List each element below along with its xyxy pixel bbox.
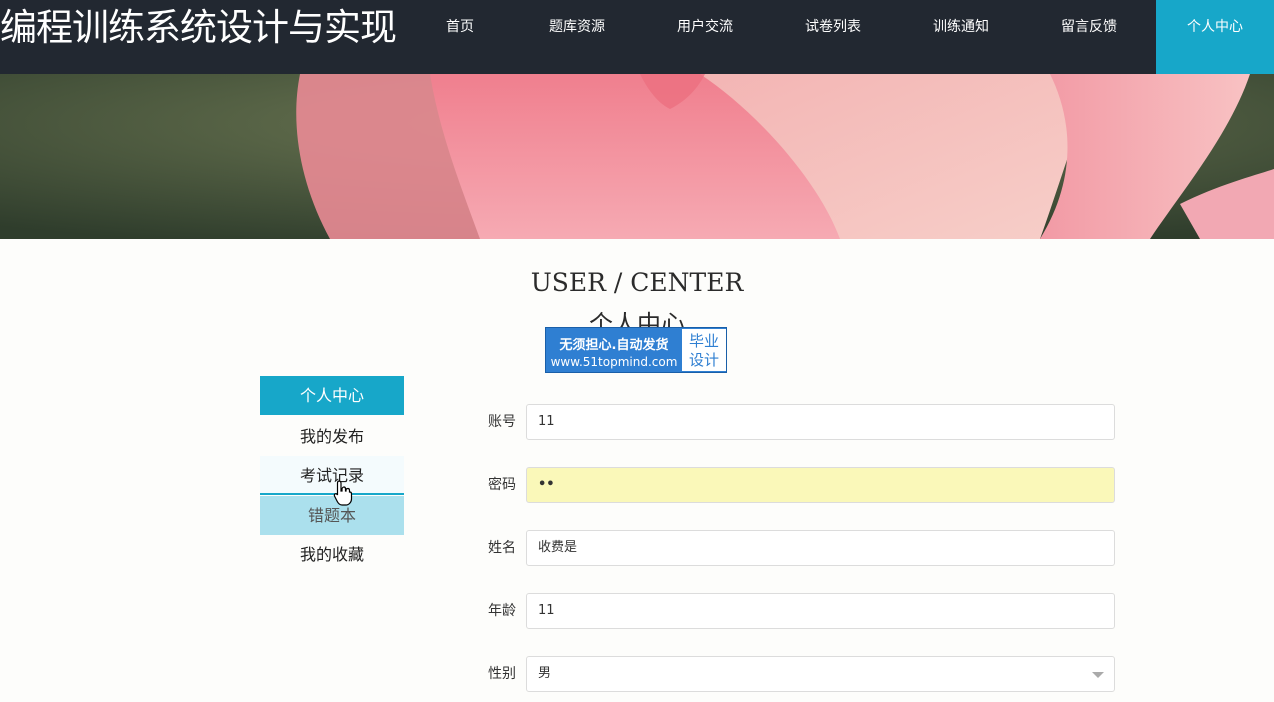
password-label: 密码	[488, 477, 516, 493]
nav-item-feedback[interactable]: 留言反馈	[1049, 0, 1129, 54]
side-item-my-favorites[interactable]: 我的收藏	[260, 535, 404, 574]
site-title: 编程训练系统设计与实现	[0, 6, 397, 49]
account-label: 账号	[488, 414, 516, 430]
side-item-wrong-questions[interactable]: 错题本	[260, 496, 404, 535]
stamp-right1: 毕业	[688, 332, 719, 350]
side-item-exam-records[interactable]: 考试记录	[260, 456, 404, 495]
nav-item-home[interactable]: 首页	[430, 0, 490, 54]
gender-select-value: 男	[538, 666, 552, 681]
stamp-right: 毕业 设计	[682, 329, 726, 371]
nav-item-exam-list[interactable]: 试卷列表	[793, 0, 873, 54]
name-label: 姓名	[488, 540, 516, 556]
nav-item-user-forum[interactable]: 用户交流	[665, 0, 745, 54]
gender-select[interactable]: 男	[526, 656, 1115, 692]
age-label: 年龄	[488, 603, 516, 619]
nav-item-training-notice[interactable]: 训练通知	[921, 0, 1001, 54]
stamp-left: 无须担心.自动发货 www.51topmind.com	[546, 328, 682, 372]
age-input[interactable]: 11	[526, 593, 1115, 629]
nav-item-question-bank[interactable]: 题库资源	[537, 0, 617, 54]
password-input[interactable]: ••	[526, 467, 1115, 503]
stamp-line2: www.51topmind.com	[550, 355, 678, 369]
stamp-line1: 无须担心.自动发货	[559, 338, 669, 353]
banner-image	[0, 74, 1274, 239]
hand-cursor-icon	[333, 480, 353, 510]
top-nav-bar: 编程训练系统设计与实现 首页 题库资源 用户交流 试卷列表 训练通知 留言反馈 …	[0, 0, 1274, 74]
name-input[interactable]: 收费是	[526, 530, 1115, 566]
stamp-right2: 设计	[688, 351, 719, 369]
chevron-down-icon[interactable]	[1092, 672, 1104, 678]
side-item-my-posts[interactable]: 我的发布	[260, 417, 404, 456]
side-item-user-center[interactable]: 个人中心	[260, 376, 404, 415]
gender-label: 性别	[488, 666, 516, 682]
account-input[interactable]: 11	[526, 404, 1115, 440]
nav-item-user-center[interactable]: 个人中心	[1156, 0, 1274, 74]
watermark-stamp: 无须担心.自动发货 www.51topmind.com 毕业 设计	[545, 327, 727, 373]
section-heading-en: USER / CENTER	[530, 268, 744, 297]
